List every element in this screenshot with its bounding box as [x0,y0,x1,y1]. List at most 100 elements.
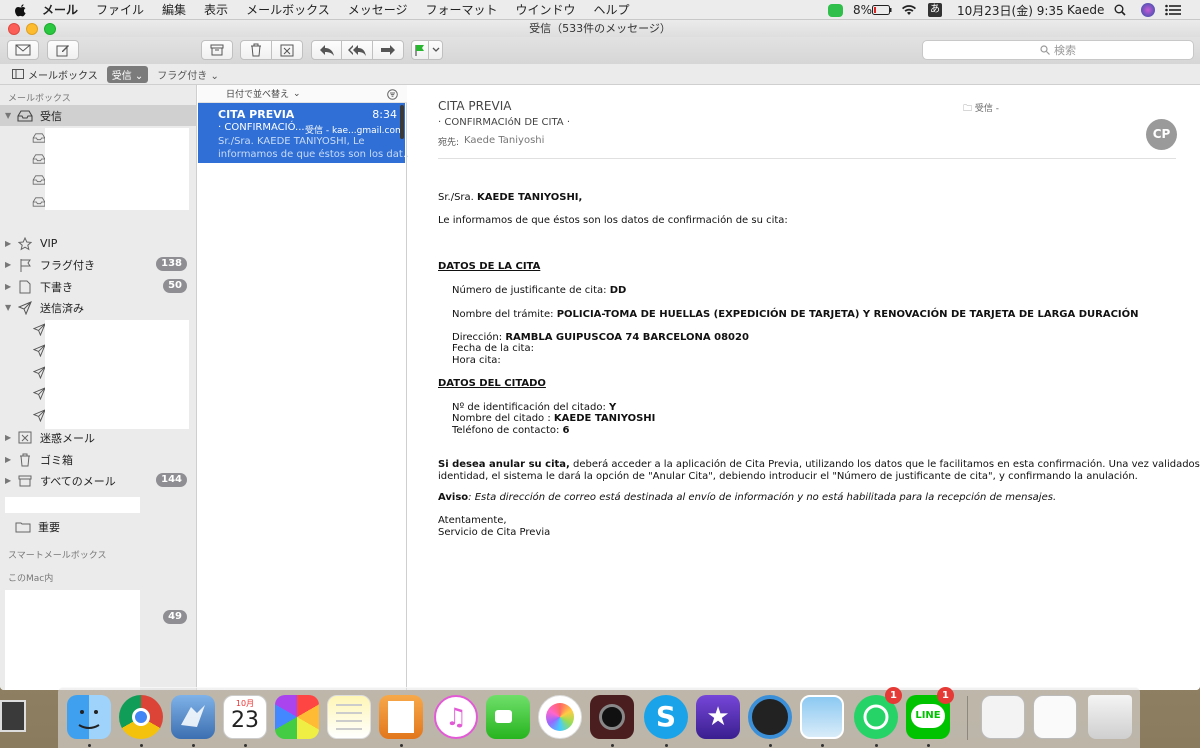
message-row-selected[interactable]: CITA PREVIA 8:34 · CONFIRMACIÓ... 受信 - k… [198,103,412,163]
disclosure-open-icon[interactable]: ▼ [5,111,14,120]
menubar-clock[interactable]: 10月23日(金) 9:35 [957,0,1064,20]
section-smart-mailboxes[interactable]: スマートメールボックス [8,548,106,561]
sidebar-item-label: すべてのメール [40,474,116,488]
sidebar-item-flagged[interactable]: ▶ フラグ付き 138 [0,254,197,275]
battery-icon[interactable] [872,0,892,20]
disclosure-closed-icon[interactable]: ▶ [5,476,14,485]
disclosure-closed-icon[interactable]: ▶ [5,433,14,442]
sidebar-item-vip[interactable]: ▶ VIP [0,233,197,254]
finder-icon[interactable] [67,695,111,739]
sidebar-item-trash[interactable]: ▶ ゴミ箱 [0,449,197,470]
line-status-icon[interactable] [828,0,843,20]
header-to[interactable]: Kaede Taniyoshi [464,135,544,146]
trash-icon [251,43,261,57]
mail-app-icon[interactable] [171,695,215,739]
disclosure-open-icon[interactable]: ▼ [5,303,14,312]
desktop-file-thumbnail[interactable] [0,700,26,732]
sidebar-item-junk[interactable]: ▶ 迷惑メール [0,427,197,448]
itunes-icon[interactable]: ♫ [434,695,478,739]
cancel-instructions-line2: identidad, el sistema le dará la opción … [438,471,1138,482]
imovie-icon[interactable]: ★ [696,695,740,739]
siri-icon[interactable] [1141,0,1155,20]
skype-icon[interactable]: S [644,695,688,739]
facetime-icon[interactable] [486,695,530,739]
minimize-window-button[interactable] [26,23,38,35]
menu-help[interactable]: ヘルプ [585,1,639,18]
disclosure-closed-icon[interactable]: ▶ [5,260,14,269]
spotlight-icon[interactable] [1114,0,1126,20]
flag-button[interactable] [411,40,429,60]
flag-menu-button[interactable] [428,40,443,60]
favbar-inbox[interactable]: 受信 ⌄ [106,65,149,83]
apple-icon[interactable] [14,3,28,17]
sidebar-item-sent[interactable]: ▼ 送信済み [0,297,197,318]
photo-booth-icon[interactable] [590,695,634,739]
sidebar-item-inbox[interactable]: ▼ 受信 [0,105,197,126]
downloads-stack-icon[interactable] [981,695,1025,739]
disclosure-closed-icon[interactable]: ▶ [5,455,14,464]
chevron-down-icon: ⌄ [293,88,301,99]
zoom-window-button[interactable] [44,23,56,35]
notification-badge: 1 [885,687,902,704]
sidebar-toggle-icon[interactable] [12,69,24,79]
running-indicator [875,744,878,747]
notes-icon[interactable] [327,695,371,739]
window-title: 受信（533件のメッセージ） [529,22,671,35]
quicktime-icon[interactable] [748,695,792,739]
header-from[interactable]: CITA PREVIA [438,99,511,113]
disclosure-closed-icon[interactable]: ▶ [5,282,14,291]
calendar-icon[interactable]: 10月 23 [223,695,267,739]
photos-color-icon[interactable] [275,695,319,739]
close-window-button[interactable] [8,23,20,35]
menu-message[interactable]: メッセージ [339,1,417,18]
sidebar-item-local[interactable]: 49 [0,607,197,628]
reply-all-button[interactable] [341,40,373,60]
compose-button[interactable] [47,40,79,60]
search-field[interactable]: 検索 [922,40,1194,60]
pages-icon[interactable] [379,695,423,739]
closing: Atentamente, [438,515,507,526]
section-heading-citado: DATOS DEL CITADO [438,378,546,389]
chrome-icon[interactable] [119,695,163,739]
favbar-flagged[interactable]: フラグ付き ⌄ [157,67,219,82]
section-on-my-mac[interactable]: このMac内 [8,571,53,584]
redacted-area [5,590,140,690]
running-indicator [665,744,668,747]
favorites-bar: メールボックス 受信 ⌄ フラグ付き ⌄ [0,64,1200,85]
running-indicator [192,744,195,747]
photos-icon[interactable] [538,695,582,739]
notification-center-icon[interactable] [1165,0,1181,20]
menu-mailbox[interactable]: メールボックス [237,1,339,18]
wifi-icon[interactable] [901,0,917,20]
sidebar: メールボックス ▼ 受信 ▶ VIP ▶ フラグ付き 138 ▶ 下書き 50 [0,85,197,690]
delete-button[interactable] [240,40,272,60]
junk-icon [280,44,294,57]
documents-stack-icon[interactable] [1033,695,1077,739]
archive-button[interactable] [201,40,233,60]
menu-edit[interactable]: 編集 [153,1,195,18]
sidebar-item-label: 送信済み [40,301,84,315]
filter-icon[interactable] [387,89,398,100]
preview-icon[interactable] [800,695,844,739]
sort-header[interactable]: 日付で並べ替え ⌄ [198,85,407,103]
menu-app-name[interactable]: メール [33,1,87,18]
sidebar-item-important[interactable]: 重要 [0,516,197,537]
sidebar-item-drafts[interactable]: ▶ 下書き 50 [0,276,197,297]
trash-icon[interactable] [1088,695,1132,739]
menu-file[interactable]: ファイル [87,1,153,18]
menubar-user[interactable]: Kaede [1067,0,1104,20]
menu-view[interactable]: 表示 [195,1,237,18]
get-mail-button[interactable] [7,40,39,60]
reply-button[interactable] [311,40,342,60]
forward-button[interactable] [372,40,404,60]
header-folder[interactable]: 🗀 受信 - [963,101,999,117]
sidebar-item-all-mail[interactable]: ▶ すべてのメール 144 [0,470,197,491]
favbar-mailboxes[interactable]: メールボックス [28,67,98,82]
menu-format[interactable]: フォーマット [416,1,506,18]
list-scrollbar[interactable] [400,105,404,139]
junk-button[interactable] [271,40,303,60]
notification-badge: 1 [937,687,954,704]
menu-window[interactable]: ウインドウ [507,1,585,18]
disclosure-closed-icon[interactable]: ▶ [5,239,14,248]
ime-indicator[interactable]: あ [928,0,942,20]
